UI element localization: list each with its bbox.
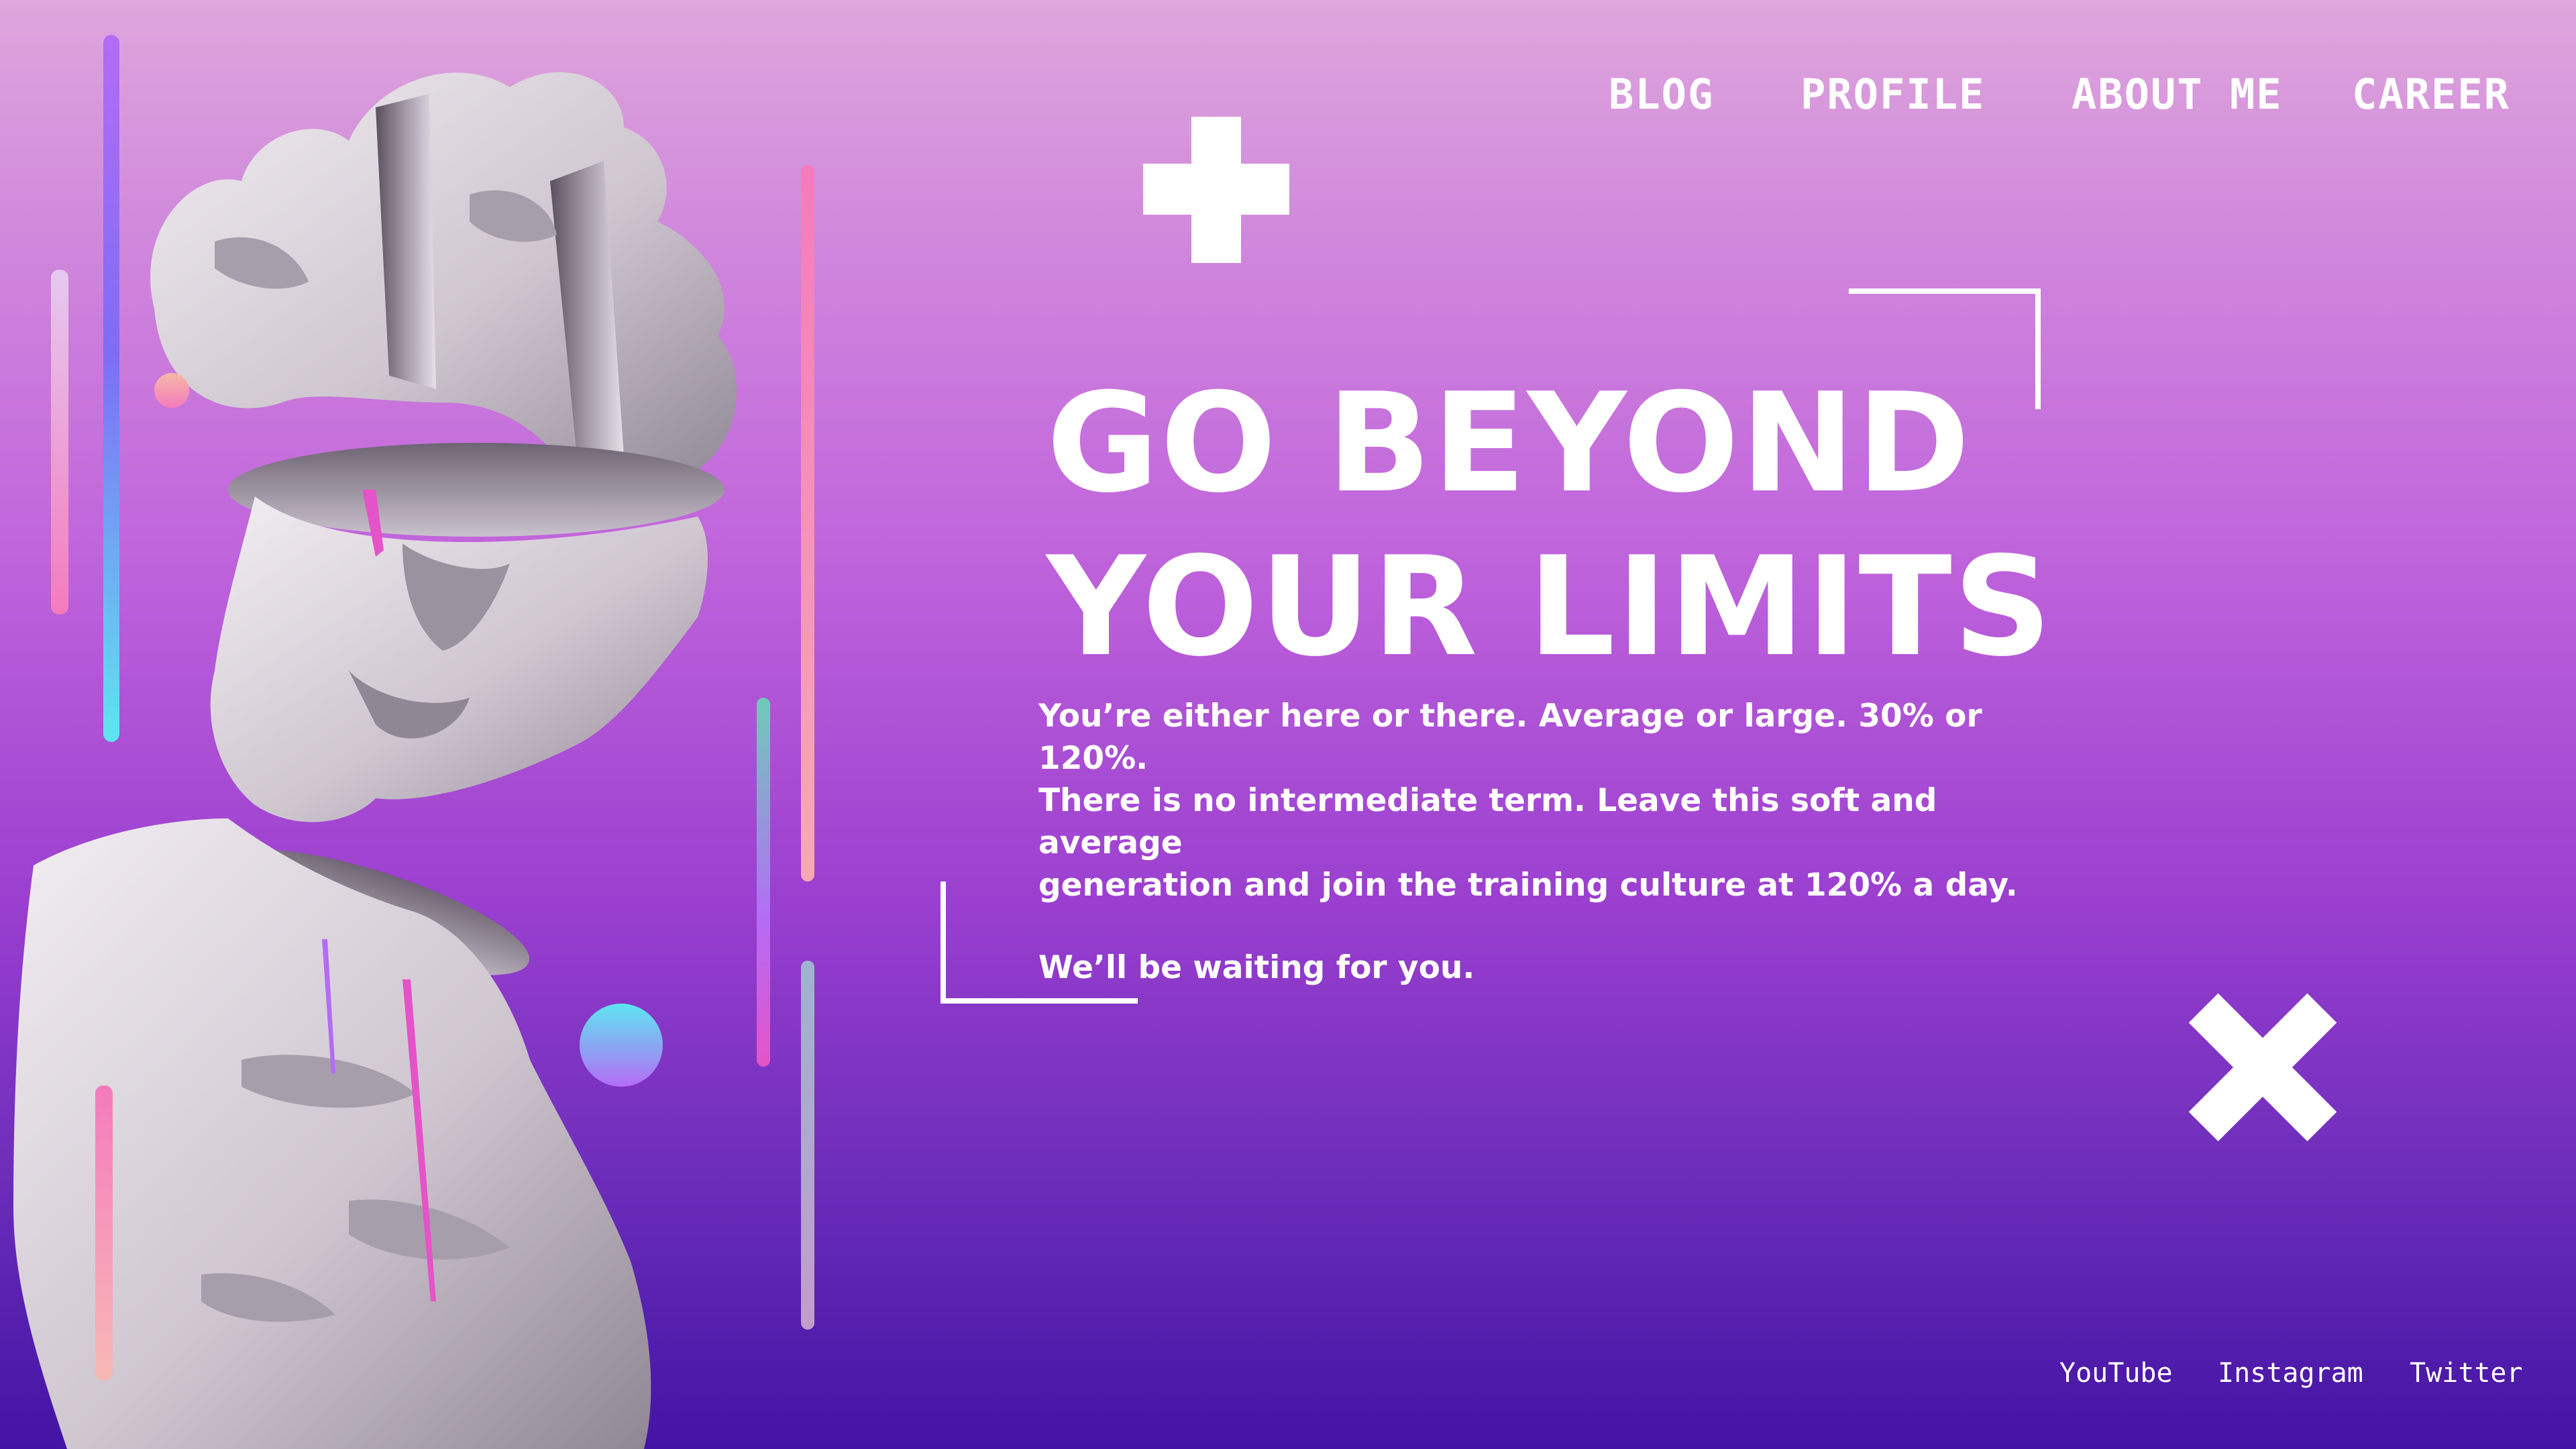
greek-bust-illustration (13, 72, 737, 1449)
hero-body-line-1: You’re either here or there. Average or … (1038, 698, 1982, 777)
decor-bar (801, 165, 814, 881)
hero-closing-line: We’ll be waiting for you. (1038, 949, 1475, 986)
nav-link-profile[interactable]: PROFILE (1801, 70, 1985, 119)
hero-description: You’re either here or there. Average or … (1038, 695, 2058, 989)
social-link-twitter[interactable]: Twitter (2410, 1356, 2523, 1390)
plus-icon (1143, 117, 1289, 263)
hero-title: GO BEYOND YOUR LIMITS (1046, 362, 2053, 690)
decor-bar (51, 270, 68, 614)
hero-title-line-2: YOUR LIMITS (1046, 528, 2053, 687)
nav-link-career[interactable]: CAREER (2352, 70, 2510, 119)
decor-bar (103, 35, 119, 742)
decor-bar (95, 1085, 113, 1381)
decor-bar (801, 961, 814, 1330)
hero-body-line-3: generation and join the training culture… (1038, 867, 2018, 904)
x-icon (2188, 993, 2337, 1142)
social-link-instagram[interactable]: Instagram (2218, 1356, 2363, 1390)
hero-title-line-1: GO BEYOND (1046, 364, 1972, 523)
nav-link-blog[interactable]: BLOG (1609, 70, 1714, 119)
decor-dot (154, 373, 189, 408)
hero-body-line-2: There is no intermediate term. Leave thi… (1038, 782, 1937, 861)
nav-link-about-me[interactable]: ABOUT ME (2072, 70, 2283, 119)
decor-orb (580, 1004, 663, 1087)
decor-bar (757, 698, 770, 1067)
social-link-youtube[interactable]: YouTube (2059, 1356, 2173, 1390)
